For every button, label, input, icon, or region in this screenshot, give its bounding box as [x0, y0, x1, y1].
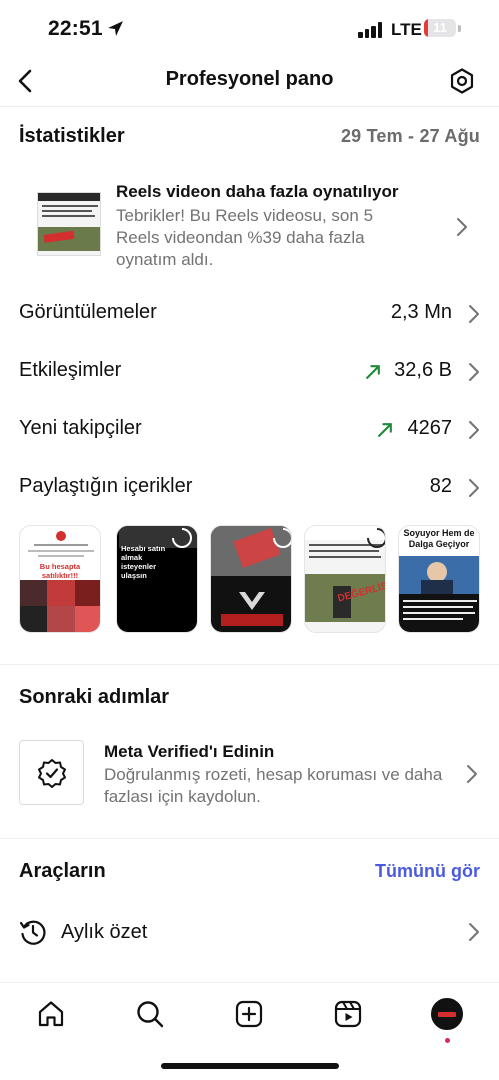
tab-profile[interactable]: [430, 997, 464, 1043]
cellular-signal-icon: [358, 22, 384, 38]
tools-title: Araçların: [19, 860, 106, 882]
chevron-right-icon: [469, 479, 479, 497]
content-thumbnail[interactable]: Hesabı satın almak isteyenler ulaşsın: [116, 525, 198, 633]
content-thumbnails: Bu hesapta satılıktır!!! Hesabı satın al…: [19, 525, 499, 635]
stat-row-shared-content[interactable]: Paylaştığın içerikler 82: [19, 467, 480, 507]
battery-tip: [458, 25, 461, 32]
chevron-right-icon: [469, 305, 479, 323]
history-clock-icon: [19, 920, 46, 945]
chevron-right-icon: [467, 765, 477, 783]
chevron-right-icon: [469, 363, 479, 381]
tab-search[interactable]: [133, 997, 167, 1031]
see-all-link[interactable]: Tümünü gör: [375, 861, 480, 882]
verified-badge-icon: [37, 758, 66, 788]
section-divider: [0, 838, 499, 839]
content-thumbnail[interactable]: Bu hesapta satılıktır!!!: [19, 525, 101, 633]
notification-dot: [445, 1038, 450, 1043]
settings-button[interactable]: [444, 63, 480, 99]
page-title: Profesyonel pano: [165, 68, 334, 90]
tab-create[interactable]: [232, 997, 266, 1031]
next-steps-title: Sonraki adımlar: [19, 686, 170, 708]
next-step-description: Doğrulanmış rozeti, hesap koruması ve da…: [104, 765, 443, 806]
content-thumbnail[interactable]: Soyuyor Hem de Dalga Geçiyor: [398, 525, 480, 633]
stat-row-interactions[interactable]: Etkileşimler 32,6 B: [19, 351, 480, 391]
battery-icon: 11: [424, 19, 456, 37]
stat-row-views[interactable]: Görüntülemeler 2,3 Mn: [19, 293, 480, 333]
status-bar: 22:51 LTE 11: [0, 0, 499, 60]
stat-label: Etkileşimler: [19, 359, 122, 381]
plus-square-icon: [235, 1000, 263, 1028]
content-thumbnail[interactable]: DEĞERLİSİZ: [304, 525, 386, 633]
chevron-right-icon: [457, 218, 467, 236]
thumbnail-caption: Bu hesapta satılıktır!!!: [39, 562, 81, 580]
verified-badge-box: [19, 740, 84, 805]
reels-icon: [334, 1000, 362, 1028]
stat-value: 4267: [407, 417, 453, 439]
nav-header: Profesyonel pano: [0, 55, 499, 107]
stat-value: 82: [429, 475, 452, 497]
chevron-right-icon: [469, 923, 479, 941]
avatar: [431, 998, 463, 1030]
tab-reels[interactable]: [331, 997, 365, 1031]
home-indicator: [161, 1063, 339, 1069]
insight-thumbnail: [37, 192, 101, 256]
chevron-right-icon: [469, 421, 479, 439]
statistics-title: İstatistikler: [19, 125, 125, 147]
stat-row-new-followers[interactable]: Yeni takipçiler 4267: [19, 409, 480, 449]
tool-item-monthly-summary[interactable]: Aylık özet: [19, 912, 480, 952]
thumbnail-caption: Hesabı satın almak isteyenler ulaşsın: [121, 544, 166, 580]
thumbnail-caption: Soyuyor Hem de Dalga Geçiyor: [403, 528, 475, 549]
reels-insight-card[interactable]: Reels videon daha fazla oynatılıyor Tebr…: [19, 175, 480, 275]
trend-up-icon: [378, 423, 392, 437]
trend-up-icon: [366, 365, 380, 379]
insight-title: Reels videon daha fazla oynatılıyor: [116, 182, 399, 201]
stat-label: Paylaştığın içerikler: [19, 475, 193, 497]
network-type: LTE: [391, 20, 422, 39]
tab-home[interactable]: [34, 997, 68, 1031]
tool-label: Aylık özet: [61, 921, 148, 943]
section-divider: [0, 664, 499, 665]
gear-icon: [450, 68, 474, 94]
stat-value: 32,6 B: [394, 359, 452, 381]
battery-level: 11: [433, 20, 447, 35]
search-icon: [137, 1001, 164, 1028]
stat-value: 2,3 Mn: [390, 301, 452, 323]
stat-label: Yeni takipçiler: [19, 417, 142, 439]
next-step-title: Meta Verified'ı Edinin: [104, 742, 275, 761]
stat-label: Görüntülemeler: [19, 301, 157, 323]
home-icon: [38, 1001, 64, 1027]
status-time: 22:51: [48, 17, 103, 40]
insight-description: Tebrikler! Bu Reels videosu, son 5 Reels…: [116, 206, 374, 269]
location-arrow-icon: [108, 21, 123, 36]
date-range[interactable]: 29 Tem - 27 Ağu: [341, 126, 480, 147]
meta-verified-card[interactable]: Meta Verified'ı Edinin Doğrulanmış rozet…: [19, 740, 480, 806]
content-thumbnail[interactable]: [210, 525, 292, 633]
